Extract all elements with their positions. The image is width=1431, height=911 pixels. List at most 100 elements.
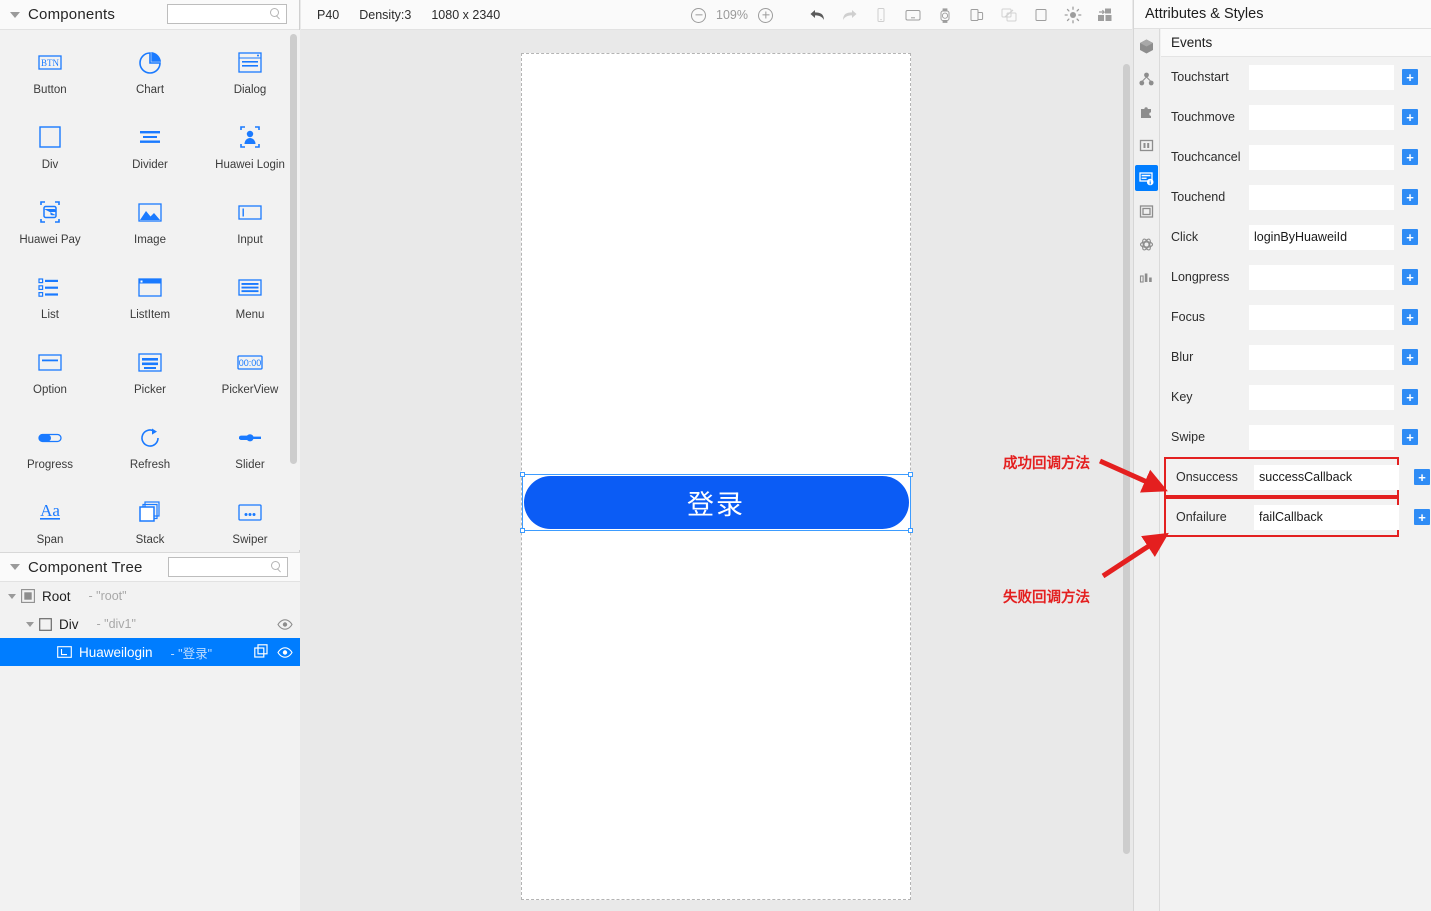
event-handler-input[interactable]	[1249, 304, 1394, 330]
component-item-picker[interactable]: Picker	[100, 344, 200, 419]
event-handler-input[interactable]	[1254, 464, 1399, 490]
phone-preview-icon[interactable]	[872, 6, 890, 24]
tree-row[interactable]: Root - "root"	[0, 582, 300, 610]
duplicate-icon[interactable]	[254, 643, 268, 661]
component-item-dialog[interactable]: Dialog	[200, 44, 300, 119]
component-item-pickerview[interactable]: 00:00 PickerView	[200, 344, 300, 419]
event-label: Key	[1171, 390, 1193, 404]
add-event-button[interactable]: +	[1402, 269, 1418, 285]
component-item-divider[interactable]: Divider	[100, 119, 200, 194]
tree-expand-caret-icon[interactable]	[26, 621, 34, 627]
component-item-refresh[interactable]: Refresh	[100, 419, 200, 494]
columns-icon[interactable]	[1135, 132, 1158, 158]
add-event-button[interactable]: +	[1414, 469, 1430, 485]
tree-collapse-triangle-icon[interactable]	[10, 564, 20, 570]
tree-row-actions	[277, 610, 293, 638]
component-item-option[interactable]: Option	[0, 344, 100, 419]
component-item-slider[interactable]: Slider	[200, 419, 300, 494]
zoom-level-label: 109%	[716, 8, 748, 22]
components-scrollbar[interactable]	[290, 34, 297, 464]
components-grid: BTN Button Chart Dialog Div Divider Huawei Log…	[0, 30, 300, 550]
event-handler-input[interactable]	[1249, 424, 1394, 450]
tree-row[interactable]: Div - "div1"	[0, 610, 300, 638]
add-event-button[interactable]: +	[1402, 109, 1418, 125]
selection-handle-tr[interactable]	[907, 472, 913, 477]
cube-icon[interactable]	[1135, 33, 1158, 59]
add-event-button[interactable]: +	[1414, 509, 1430, 525]
huawei-login-widget-selection[interactable]: 登录	[519, 472, 913, 533]
component-item-label: Menu	[235, 309, 265, 321]
nodes-icon[interactable]	[1135, 66, 1158, 92]
event-handler-input[interactable]	[1249, 344, 1394, 370]
atom-icon[interactable]	[1135, 231, 1158, 257]
event-handler-input[interactable]	[1249, 144, 1394, 170]
undo-icon[interactable]	[808, 6, 826, 24]
border-icon[interactable]	[1135, 198, 1158, 224]
list-icon	[27, 269, 73, 307]
swiper-icon	[227, 494, 273, 532]
add-event-button[interactable]: +	[1402, 429, 1418, 445]
event-handler-input[interactable]	[1249, 264, 1394, 290]
component-item-huawei-login[interactable]: Huawei Login	[200, 119, 300, 194]
component-item-image[interactable]: Image	[100, 194, 200, 269]
foldable-preview-icon[interactable]	[968, 6, 986, 24]
events-icon[interactable]	[1135, 165, 1158, 191]
tree-expand-caret-icon[interactable]	[8, 593, 16, 599]
tablet-preview-icon[interactable]	[1032, 6, 1050, 24]
component-item-button[interactable]: BTN Button	[0, 44, 100, 119]
component-item-stack[interactable]: Stack	[100, 494, 200, 550]
huawei-login-icon	[227, 119, 273, 157]
zoom-in-icon[interactable]	[758, 7, 773, 23]
add-event-button[interactable]: +	[1402, 349, 1418, 365]
component-item-span[interactable]: Aa Span	[0, 494, 100, 550]
add-event-button[interactable]: +	[1402, 389, 1418, 405]
canvas-scrollbar[interactable]	[1123, 64, 1130, 854]
add-event-button[interactable]: +	[1402, 229, 1418, 245]
rotate-icon[interactable]	[1000, 6, 1018, 24]
selection-handle-bl[interactable]	[519, 528, 525, 533]
event-handler-input[interactable]	[1249, 384, 1394, 410]
components-search-input[interactable]	[172, 7, 270, 21]
visibility-eye-icon[interactable]	[277, 647, 293, 658]
layout-icon[interactable]	[1096, 6, 1114, 24]
puzzle-icon[interactable]	[1135, 99, 1158, 125]
component-item-list[interactable]: List	[0, 269, 100, 344]
component-item-huawei-pay[interactable]: Huawei Pay	[0, 194, 100, 269]
component-item-chart[interactable]: Chart	[100, 44, 200, 119]
component-item-menu[interactable]: Menu	[200, 269, 300, 344]
component-item-progress[interactable]: Progress	[0, 419, 100, 494]
event-row-touchmove: Touchmove +	[1161, 97, 1431, 137]
add-event-button[interactable]: +	[1402, 149, 1418, 165]
add-event-button[interactable]: +	[1402, 189, 1418, 205]
tv-preview-icon[interactable]	[904, 6, 922, 24]
collapse-triangle-icon[interactable]	[10, 11, 20, 18]
event-handler-input[interactable]	[1249, 184, 1394, 210]
component-item-div[interactable]: Div	[0, 119, 100, 194]
huawei-login-button[interactable]: 登录	[523, 476, 909, 529]
component-tree-search-input[interactable]	[173, 560, 271, 574]
canvas-stage[interactable]: 登录	[301, 31, 1132, 911]
redo-icon[interactable]	[840, 6, 858, 24]
bars-icon[interactable]	[1135, 264, 1158, 290]
visibility-eye-icon[interactable]	[277, 619, 293, 630]
zoom-out-icon[interactable]	[691, 7, 706, 23]
add-event-button[interactable]: +	[1402, 309, 1418, 325]
component-tree-body: Root - "root" Div - "div1" Huaweilogin - "登录"	[0, 582, 300, 911]
add-event-button[interactable]: +	[1402, 69, 1418, 85]
selection-handle-tl[interactable]	[519, 472, 525, 477]
component-item-input[interactable]: Input	[200, 194, 300, 269]
event-label: Touchend	[1171, 190, 1226, 204]
event-handler-input[interactable]	[1249, 224, 1394, 250]
components-search-box[interactable]	[167, 4, 287, 24]
tree-row[interactable]: Huaweilogin - "登录"	[0, 638, 300, 666]
stack-icon	[127, 494, 173, 532]
event-handler-input[interactable]	[1249, 64, 1394, 90]
component-item-listitem[interactable]: ListItem	[100, 269, 200, 344]
event-handler-input[interactable]	[1254, 504, 1399, 530]
component-tree-search-box[interactable]	[168, 557, 288, 577]
event-handler-input[interactable]	[1249, 104, 1394, 130]
brightness-icon[interactable]	[1064, 6, 1082, 24]
component-item-swiper[interactable]: Swiper	[200, 494, 300, 550]
watch-preview-icon[interactable]	[936, 6, 954, 24]
selection-handle-br[interactable]	[907, 528, 913, 533]
